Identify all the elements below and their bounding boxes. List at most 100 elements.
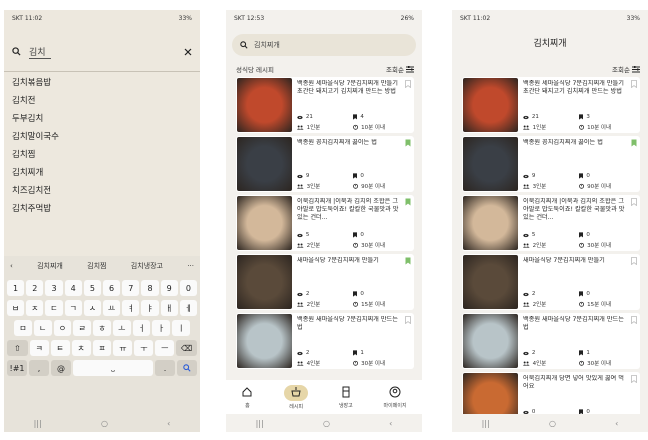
keyboard-key[interactable]: 2 xyxy=(26,280,44,296)
recipe-card[interactable]: 새마을식당 7분김치찌개 만들기 2 0 2인분 15분 이내 xyxy=(236,254,414,310)
keyboard-key[interactable]: 8 xyxy=(141,280,159,296)
suggestion-item[interactable]: 김치볶음밥 xyxy=(12,74,192,92)
recipe-card[interactable]: 백종원 꽁치김치찌개 끓이는 법 9 0 3인분 90분 이내 xyxy=(462,136,640,192)
bookmark-icon[interactable] xyxy=(631,375,637,384)
suggestion-item[interactable]: 두부김치 xyxy=(12,110,192,128)
search-bar[interactable]: 김치찌개 xyxy=(232,34,416,56)
search-input[interactable]: 김치 xyxy=(29,45,51,59)
keyboard-key[interactable]: 7 xyxy=(122,280,140,296)
keyboard-key[interactable]: ㅡ xyxy=(155,340,175,356)
keyboard-key[interactable]: ㄴ xyxy=(33,320,52,336)
keyboard-key[interactable]: ㅣ xyxy=(172,320,191,336)
keyboard-key[interactable]: 5 xyxy=(83,280,101,296)
dot-key[interactable]: . xyxy=(155,360,175,376)
bookmark-icon[interactable] xyxy=(405,80,411,89)
recipe-card[interactable]: 백종원 꽁치김치찌개 끓이는 법 9 0 3인분 90분 이내 xyxy=(236,136,414,192)
keyboard-key[interactable]: ㄱ xyxy=(64,300,82,316)
recipe-card[interactable]: 백종원 새마을식당 7분김치찌개 만드는 법 2 1 4인분 30분 이내 xyxy=(236,313,414,369)
bookmark-icon[interactable] xyxy=(631,80,637,89)
more-icon[interactable]: ··· xyxy=(187,262,194,270)
close-icon[interactable] xyxy=(184,48,192,56)
back-button[interactable]: ‹ xyxy=(615,419,618,428)
suggestion-item[interactable]: 김치말이국수 xyxy=(12,128,192,146)
search-bar[interactable]: 김치 xyxy=(4,32,200,72)
sort-button[interactable]: 조회순 xyxy=(386,64,414,74)
search-input[interactable]: 김치찌개 xyxy=(254,40,280,50)
keyboard-suggestion[interactable]: 김치찜 xyxy=(87,261,106,271)
keyboard-key[interactable]: ㅎ xyxy=(93,320,111,336)
keyboard-key[interactable]: ㅇ xyxy=(53,320,72,336)
recipe-title: 어묵김치찌개 당면 넣어 맛있게 끓여 먹어요 xyxy=(523,375,624,390)
keyboard-key[interactable]: 4 xyxy=(64,280,82,296)
suggestion-item[interactable]: 김치찜 xyxy=(12,146,192,164)
bookmark-icon[interactable] xyxy=(405,198,411,206)
recipe-card[interactable]: 백종원 세마을식당 7분김치찌개 만들기 초간단 돼지고기 김치찌개 만드는 방… xyxy=(236,77,414,133)
bookmark-icon[interactable] xyxy=(631,257,637,266)
at-key[interactable]: @ xyxy=(51,360,71,376)
bookmark-icon[interactable] xyxy=(631,198,637,207)
keyboard-key[interactable]: ㅗ xyxy=(112,320,131,336)
keyboard-key[interactable]: ㅊ xyxy=(71,340,91,356)
bookmark-icon[interactable] xyxy=(405,316,411,325)
keyboard-key[interactable]: ㅓ xyxy=(132,320,151,336)
keyboard-key[interactable]: ㅏ xyxy=(152,320,171,336)
keyboard-key[interactable]: ㅜ xyxy=(134,340,154,356)
shift-key[interactable]: ⇧ xyxy=(7,340,28,356)
keyboard-key[interactable]: 0 xyxy=(179,280,198,296)
keyboard-key[interactable]: ㅕ xyxy=(122,300,140,316)
chevron-left-icon[interactable]: ‹ xyxy=(10,262,13,270)
suggestion-item[interactable]: 김치찌개 xyxy=(12,164,192,182)
sort-button[interactable]: 조회순 xyxy=(612,64,640,74)
suggestion-item[interactable]: 치즈김치전 xyxy=(12,182,192,200)
tab-home[interactable]: 홈 xyxy=(241,386,253,409)
recipe-card[interactable]: 백종원 세마을식당 7분김치찌개 만들기 초간단 돼지고기 김치찌개 만드는 방… xyxy=(462,77,640,133)
home-button[interactable]: ○ xyxy=(101,419,108,428)
tab-recipe[interactable]: 레시피 xyxy=(284,384,309,410)
recipe-card[interactable]: 백종원 새마을식당 7분김치찌개 만드는 법 2 1 4인분 30분 이내 xyxy=(462,313,640,369)
keyboard-key[interactable]: ㅐ xyxy=(160,300,178,316)
keyboard-suggestion[interactable]: 김치냉장고 xyxy=(131,261,163,271)
keyboard-key[interactable]: ㅛ xyxy=(103,300,121,316)
keyboard-key[interactable]: ㅋ xyxy=(29,340,49,356)
recipe-card[interactable]: 이북김치찌개 |이북과 김치의 조합은 그야말로 밥도둑이죠! 칼칼한 국물맛과… xyxy=(236,195,414,251)
keyboard-key[interactable]: ㅑ xyxy=(141,300,159,316)
recipe-title: 백종원 꽁치김치찌개 끓이는 법 xyxy=(297,139,377,146)
bookmark-icon[interactable] xyxy=(405,257,411,265)
tab-mypage[interactable]: 마이페이지 xyxy=(384,386,407,409)
keyboard-key[interactable]: 6 xyxy=(103,280,121,296)
recents-button[interactable]: ||| xyxy=(34,419,42,428)
keyboard-key[interactable]: ㅍ xyxy=(92,340,112,356)
keyboard-suggestion[interactable]: 김치찌개 xyxy=(37,261,63,271)
keyboard-key[interactable]: ㅔ xyxy=(179,300,198,316)
keyboard-key[interactable]: ㅈ xyxy=(26,300,44,316)
recipe-card[interactable]: 새마을식당 7분김치찌개 만들기 2 0 2인분 15분 이내 xyxy=(462,254,640,310)
symbols-key[interactable]: !#1 xyxy=(7,360,27,376)
keyboard-key[interactable]: ㅌ xyxy=(50,340,70,356)
back-button[interactable]: ‹ xyxy=(389,419,392,428)
keyboard-key[interactable]: 3 xyxy=(45,280,63,296)
keyboard-key[interactable]: ㅠ xyxy=(113,340,133,356)
keyboard-key[interactable]: ㅂ xyxy=(6,300,25,316)
back-button[interactable]: ‹ xyxy=(167,419,170,428)
keyboard-key[interactable]: ㄷ xyxy=(45,300,63,316)
keyboard-key[interactable]: 1 xyxy=(6,280,25,296)
recents-button[interactable]: ||| xyxy=(482,419,490,428)
search-key[interactable] xyxy=(177,360,197,376)
suggestion-item[interactable]: 김치주먹밥 xyxy=(12,200,192,218)
home-button[interactable]: ○ xyxy=(323,419,330,428)
suggestion-item[interactable]: 김치전 xyxy=(12,92,192,110)
backspace-key[interactable]: ⌫ xyxy=(176,340,198,356)
recipe-card[interactable]: 이북김치찌개 |이북과 김치의 조합은 그야말로 밥도둑이죠! 칼칼한 국물맛과… xyxy=(462,195,640,251)
keyboard-key[interactable]: 9 xyxy=(160,280,178,296)
space-key[interactable]: ⎵ xyxy=(73,360,153,376)
bookmark-icon[interactable] xyxy=(405,139,411,147)
bookmark-icon[interactable] xyxy=(631,139,637,147)
keyboard-key[interactable]: ㅅ xyxy=(83,300,101,316)
bookmark-icon[interactable] xyxy=(631,316,637,325)
keyboard-key[interactable]: ㅁ xyxy=(13,320,32,336)
keyboard-key[interactable]: ㄹ xyxy=(73,320,92,336)
home-button[interactable]: ○ xyxy=(549,419,556,428)
tab-fridge[interactable]: 냉장고 xyxy=(339,386,353,409)
recents-button[interactable]: ||| xyxy=(256,419,264,428)
comma-key[interactable]: , xyxy=(29,360,49,376)
